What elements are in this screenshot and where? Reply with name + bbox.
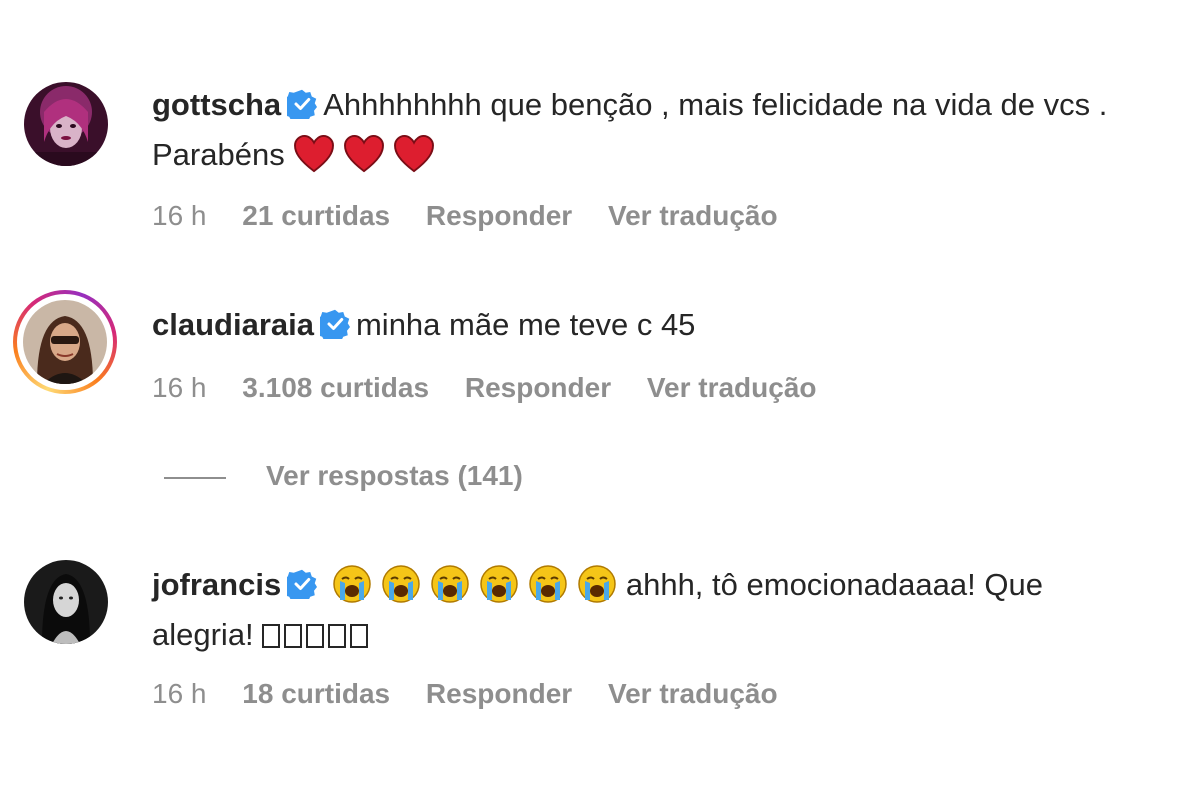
- crying-face-emoji: [529, 565, 567, 603]
- comment-meta: 16 h 21 curtidas Responder Ver tradução: [152, 200, 806, 232]
- avatar-claudiaraia[interactable]: [23, 300, 107, 384]
- comment-time: 16 h: [152, 372, 207, 403]
- translate-button[interactable]: Ver tradução: [608, 200, 778, 231]
- avatar-jofrancis[interactable]: [24, 560, 108, 644]
- likes-count[interactable]: 3.108 curtidas: [242, 372, 429, 403]
- comment-time: 16 h: [152, 678, 207, 709]
- reply-button[interactable]: Responder: [465, 372, 611, 403]
- missing-glyph-row: [262, 617, 372, 652]
- crying-face-emoji: [382, 565, 420, 603]
- missing-glyph-box: [284, 624, 303, 648]
- crying-face-emoji: [333, 565, 371, 603]
- view-replies-button[interactable]: Ver respostas (141): [164, 460, 523, 492]
- avatar-gottscha[interactable]: [24, 82, 108, 166]
- comment-text: minha mãe me teve c 45: [355, 307, 696, 342]
- reply-button[interactable]: Responder: [426, 200, 572, 231]
- crying-emoji-row: [332, 565, 626, 603]
- missing-glyph-box: [328, 624, 347, 648]
- username[interactable]: claudiaraia: [152, 307, 314, 342]
- story-ring[interactable]: [13, 290, 117, 394]
- translate-button[interactable]: Ver tradução: [647, 372, 817, 403]
- comment-body: gottscha Ahhhhhhhh que benção , mais feli…: [152, 80, 1160, 180]
- username[interactable]: gottscha: [152, 87, 281, 122]
- comment-text-line1: ahhh, tô emocionadaaaa! Que: [625, 567, 1043, 602]
- missing-glyph-box: [306, 624, 325, 648]
- verified-badge-icon: [287, 569, 318, 599]
- comment-meta: 16 h 18 curtidas Responder Ver tradução: [152, 678, 806, 710]
- comment-body: claudiaraia minha mãe me teve c 45: [152, 300, 1160, 350]
- verified-badge-icon: [319, 309, 350, 339]
- crying-face-emoji: [480, 565, 518, 603]
- crying-face-emoji: [431, 565, 469, 603]
- red-heart-emoji: [294, 135, 335, 173]
- comment-text-line2: alegria!: [152, 617, 254, 652]
- view-replies-label: Ver respostas (141): [266, 460, 523, 491]
- reply-button[interactable]: Responder: [426, 678, 572, 709]
- red-heart-emoji: [344, 135, 385, 173]
- likes-count[interactable]: 21 curtidas: [242, 200, 390, 231]
- comment-body: jofrancis ahhh, tô emocionadaaaa! Que al…: [152, 560, 1160, 660]
- comment-time: 16 h: [152, 200, 207, 231]
- verified-badge-icon: [287, 89, 318, 119]
- replies-divider: [164, 476, 226, 479]
- missing-glyph-box: [262, 624, 281, 648]
- likes-count[interactable]: 18 curtidas: [242, 678, 390, 709]
- username[interactable]: jofrancis: [152, 567, 281, 602]
- missing-glyph-box: [350, 624, 369, 648]
- translate-button[interactable]: Ver tradução: [608, 678, 778, 709]
- crying-face-emoji: [578, 565, 616, 603]
- red-heart-emoji: [394, 135, 435, 173]
- comment-meta: 16 h 3.108 curtidas Responder Ver traduç…: [152, 372, 845, 404]
